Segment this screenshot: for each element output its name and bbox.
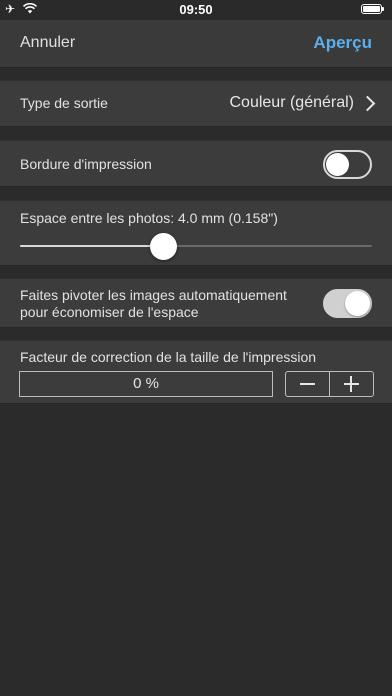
- slider-fill: [20, 245, 164, 247]
- print-border-row: Bordure d'impression: [0, 140, 392, 187]
- auto-rotate-label-line2: pour économiser de l'espace: [20, 304, 199, 320]
- plus-icon-vertical: [350, 376, 352, 392]
- size-correction-value-field[interactable]: 0 %: [19, 371, 273, 397]
- output-type-value: Couleur (général): [229, 94, 354, 111]
- toggle-knob: [326, 153, 349, 176]
- output-type-row[interactable]: Type de sortie Couleur (général): [0, 80, 392, 127]
- photo-spacing-slider[interactable]: [20, 233, 372, 260]
- increment-button[interactable]: [330, 372, 373, 396]
- photo-spacing-label: Espace entre les photos: 4.0 mm (0.158"): [20, 210, 278, 226]
- chevron-right-icon: [359, 95, 376, 112]
- auto-rotate-row: Faites pivoter les images automatiquemen…: [0, 278, 392, 328]
- auto-rotate-toggle[interactable]: [323, 289, 372, 318]
- status-bar: ✈ 09:50: [0, 0, 392, 20]
- slider-thumb[interactable]: [150, 233, 177, 260]
- size-correction-stepper: [285, 371, 374, 397]
- navigation-bar: Annuler Aperçu: [0, 20, 392, 68]
- photo-spacing-row: Espace entre les photos: 4.0 mm (0.158"): [0, 200, 392, 266]
- decrement-button[interactable]: [286, 372, 329, 396]
- auto-rotate-label-line1: Faites pivoter les images automatiquemen…: [20, 287, 287, 303]
- preview-button[interactable]: Aperçu: [313, 33, 372, 53]
- output-type-label: Type de sortie: [20, 95, 108, 111]
- size-correction-label: Facteur de correction de la taille de l'…: [20, 349, 317, 365]
- minus-icon: [300, 383, 315, 385]
- print-border-label: Bordure d'impression: [20, 156, 152, 172]
- toggle-knob: [345, 291, 370, 316]
- battery-icon: [361, 4, 384, 14]
- status-time: 09:50: [179, 2, 213, 17]
- print-border-toggle[interactable]: [323, 150, 372, 179]
- size-correction-row: Facteur de correction de la taille de l'…: [0, 340, 392, 404]
- cancel-button[interactable]: Annuler: [20, 34, 75, 52]
